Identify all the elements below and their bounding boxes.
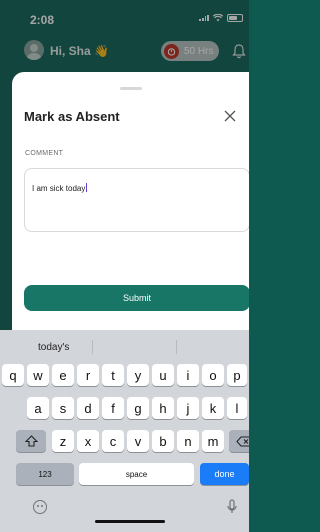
key-g[interactable]: g [127, 397, 149, 419]
key-l[interactable]: l [227, 397, 247, 419]
key-d[interactable]: d [77, 397, 99, 419]
done-key[interactable]: done [200, 463, 249, 485]
key-v[interactable]: v [127, 430, 149, 452]
backspace-icon [236, 435, 249, 447]
key-a[interactable]: a [27, 397, 49, 419]
screen: 2:08 Hi, Sha 👋 50 Hrs Mark as Absent COM… [0, 0, 249, 532]
text-caret [86, 183, 88, 192]
suggestion-divider [92, 340, 93, 354]
suggestion-item[interactable]: today's [38, 342, 69, 353]
keyboard: today's q w e r t y u i o p a s d f g h … [0, 330, 249, 532]
suggestion-bar: today's [0, 330, 249, 360]
comment-value: I am sick today [32, 184, 86, 193]
sheet-grabber[interactable] [120, 87, 142, 90]
key-t[interactable]: t [102, 364, 124, 386]
key-z[interactable]: z [52, 430, 74, 452]
key-f[interactable]: f [102, 397, 124, 419]
key-w[interactable]: w [27, 364, 49, 386]
key-c[interactable]: c [102, 430, 124, 452]
key-y[interactable]: y [127, 364, 149, 386]
key-o[interactable]: o [202, 364, 224, 386]
key-n[interactable]: n [177, 430, 199, 452]
key-u[interactable]: u [152, 364, 174, 386]
key-e[interactable]: e [52, 364, 74, 386]
shift-key[interactable] [16, 430, 46, 452]
key-h[interactable]: h [152, 397, 174, 419]
key-p[interactable]: p [227, 364, 247, 386]
key-q[interactable]: q [2, 364, 24, 386]
sheet-title: Mark as Absent [24, 109, 120, 124]
key-i[interactable]: i [177, 364, 199, 386]
keyboard-bottom-bar [0, 496, 249, 532]
key-x[interactable]: x [77, 430, 99, 452]
comment-field[interactable]: I am sick today [24, 168, 249, 232]
key-s[interactable]: s [52, 397, 74, 419]
emoji-icon[interactable] [33, 500, 47, 514]
numbers-key[interactable]: 123 [16, 463, 74, 485]
shift-icon [24, 435, 38, 447]
backspace-key[interactable] [229, 430, 249, 452]
key-j[interactable]: j [177, 397, 199, 419]
suggestion-divider [176, 340, 177, 354]
comment-label: COMMENT [25, 150, 64, 157]
home-indicator [95, 520, 165, 523]
key-k[interactable]: k [202, 397, 224, 419]
close-icon[interactable] [222, 108, 238, 124]
key-r[interactable]: r [77, 364, 99, 386]
key-m[interactable]: m [202, 430, 224, 452]
space-key[interactable]: space [79, 463, 194, 485]
mic-icon[interactable] [227, 499, 237, 515]
submit-button[interactable]: Submit [24, 285, 249, 311]
key-b[interactable]: b [152, 430, 174, 452]
